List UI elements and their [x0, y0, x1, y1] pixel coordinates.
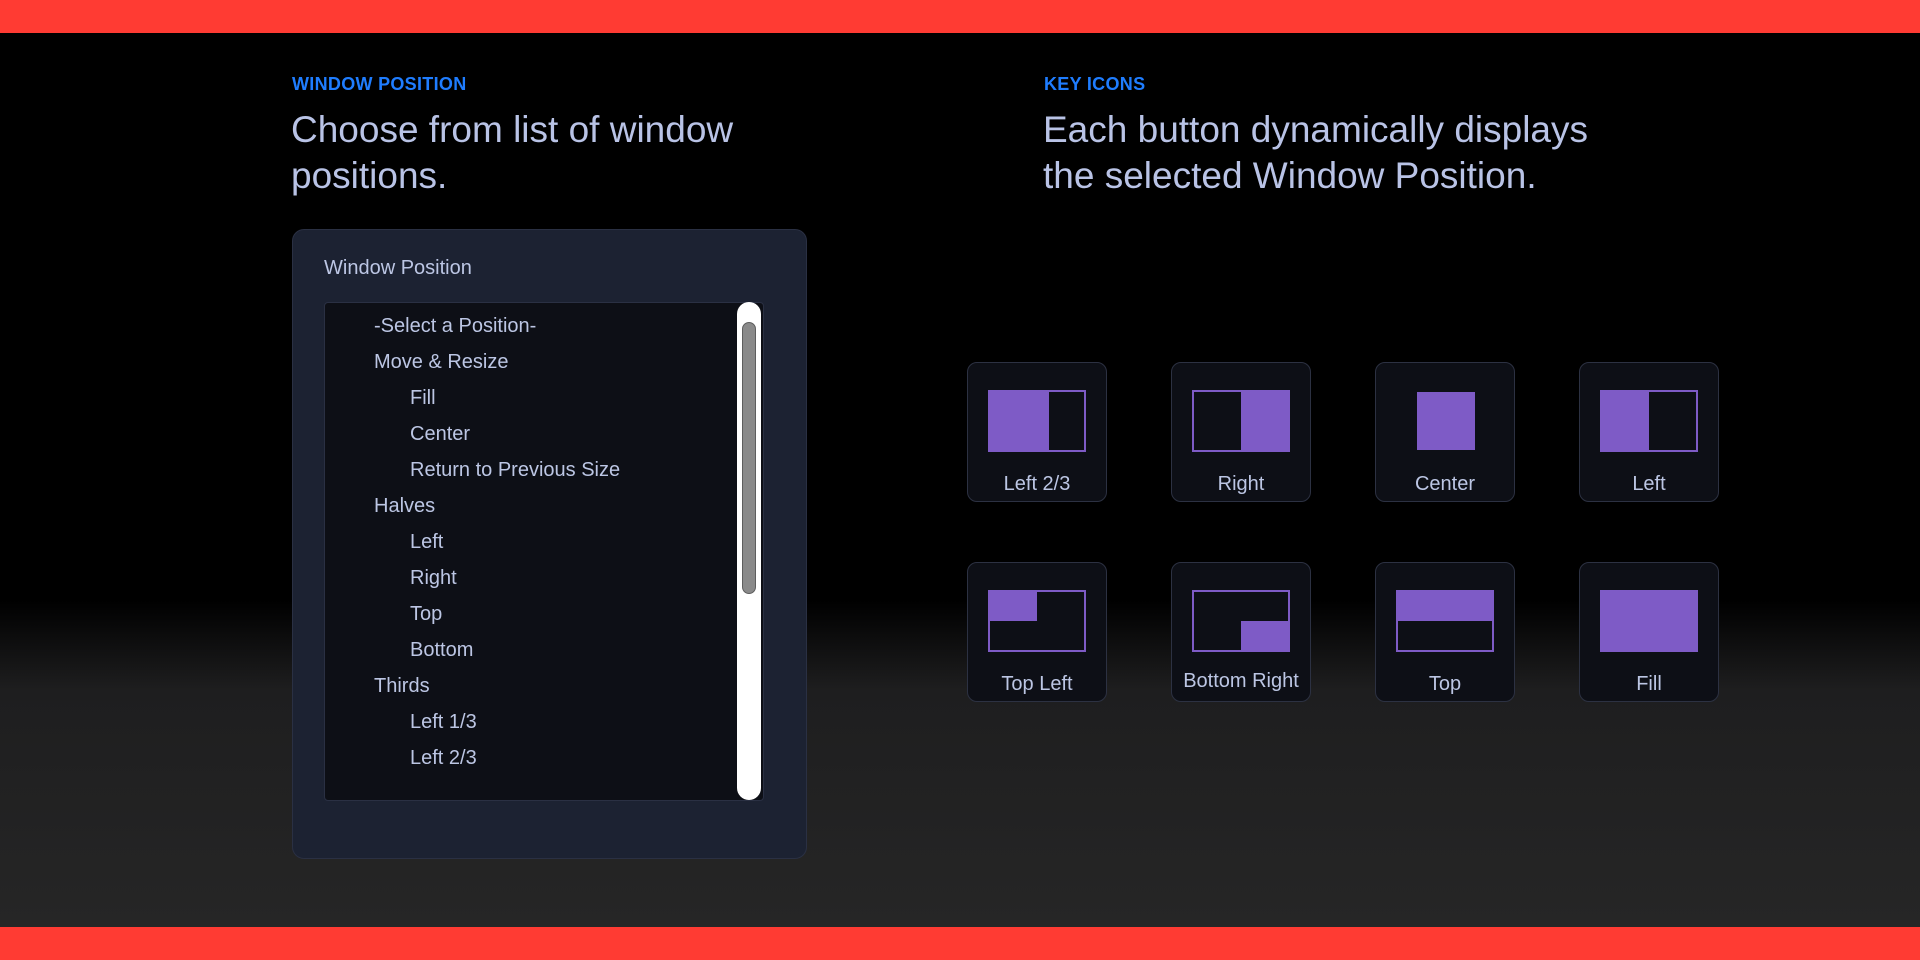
fill-icon — [1600, 590, 1698, 652]
key-button-center[interactable]: Center — [1375, 362, 1515, 502]
list-option-placeholder[interactable]: -Select a Position- — [374, 314, 536, 338]
key-button-top[interactable]: Top — [1375, 562, 1515, 702]
center-icon — [1396, 390, 1494, 452]
key-button-top-left[interactable]: Top Left — [967, 562, 1107, 702]
key-button-left[interactable]: Left — [1579, 362, 1719, 502]
list-option-left[interactable]: Left — [410, 530, 443, 554]
key-icons-eyebrow: KEY ICONS — [1044, 74, 1146, 94]
window-position-listbox[interactable]: -Select a Position- Move & Resize Fill C… — [324, 302, 764, 801]
key-label: Top — [1428, 673, 1462, 695]
list-group-move-resize: Move & Resize — [374, 351, 509, 373]
key-icons-headline: Each button dynamically displays the sel… — [1043, 107, 1588, 199]
window-position-headline: Choose from list of window positions. — [291, 107, 733, 199]
headline-line-2: positions. — [291, 155, 448, 196]
right-half-icon — [1192, 390, 1290, 452]
key-button-fill[interactable]: Fill — [1579, 562, 1719, 702]
list-option-left-1-3[interactable]: Left 1/3 — [410, 710, 477, 734]
key-label: Left — [1632, 473, 1666, 495]
list-option-right[interactable]: Right — [410, 566, 457, 590]
key-label: Left 2/3 — [1003, 473, 1071, 495]
window-position-panel: Window Position -Select a Position- Move… — [292, 229, 807, 859]
top-left-icon — [988, 590, 1086, 652]
bottom-accent-bar — [0, 927, 1920, 960]
key-button-bottom-right[interactable]: Bottom Right — [1171, 562, 1311, 702]
left-two-thirds-icon — [988, 390, 1086, 452]
headline-line-1: Each button dynamically displays — [1043, 109, 1589, 150]
list-option-center[interactable]: Center — [410, 422, 470, 446]
headline-line-2: the selected Window Position. — [1043, 155, 1537, 196]
list-option-top[interactable]: Top — [410, 602, 442, 626]
list-option-left-2-3[interactable]: Left 2/3 — [410, 746, 477, 770]
key-button-left-2-3[interactable]: Left 2/3 — [967, 362, 1107, 502]
left-half-icon — [1600, 390, 1698, 452]
key-label: Right — [1217, 473, 1265, 495]
list-option-bottom[interactable]: Bottom — [410, 638, 473, 662]
top-accent-bar — [0, 0, 1920, 33]
window-position-label: Window Position — [324, 257, 472, 279]
key-label: Bottom Right — [1183, 670, 1299, 692]
key-label: Fill — [1636, 673, 1662, 695]
headline-line-1: Choose from list of window — [291, 109, 734, 150]
key-label: Top Left — [1001, 673, 1073, 695]
list-group-thirds: Thirds — [374, 675, 430, 697]
key-label: Center — [1414, 473, 1476, 495]
window-position-eyebrow: WINDOW POSITION — [292, 74, 467, 94]
bottom-right-icon — [1192, 590, 1290, 652]
list-option-fill[interactable]: Fill — [410, 386, 436, 410]
list-group-halves: Halves — [374, 495, 436, 517]
top-half-icon — [1396, 590, 1494, 652]
list-option-return-previous[interactable]: Return to Previous Size — [410, 458, 620, 482]
key-button-right[interactable]: Right — [1171, 362, 1311, 502]
listbox-scrollbar[interactable] — [737, 302, 761, 800]
scrollbar-thumb[interactable] — [742, 322, 756, 594]
